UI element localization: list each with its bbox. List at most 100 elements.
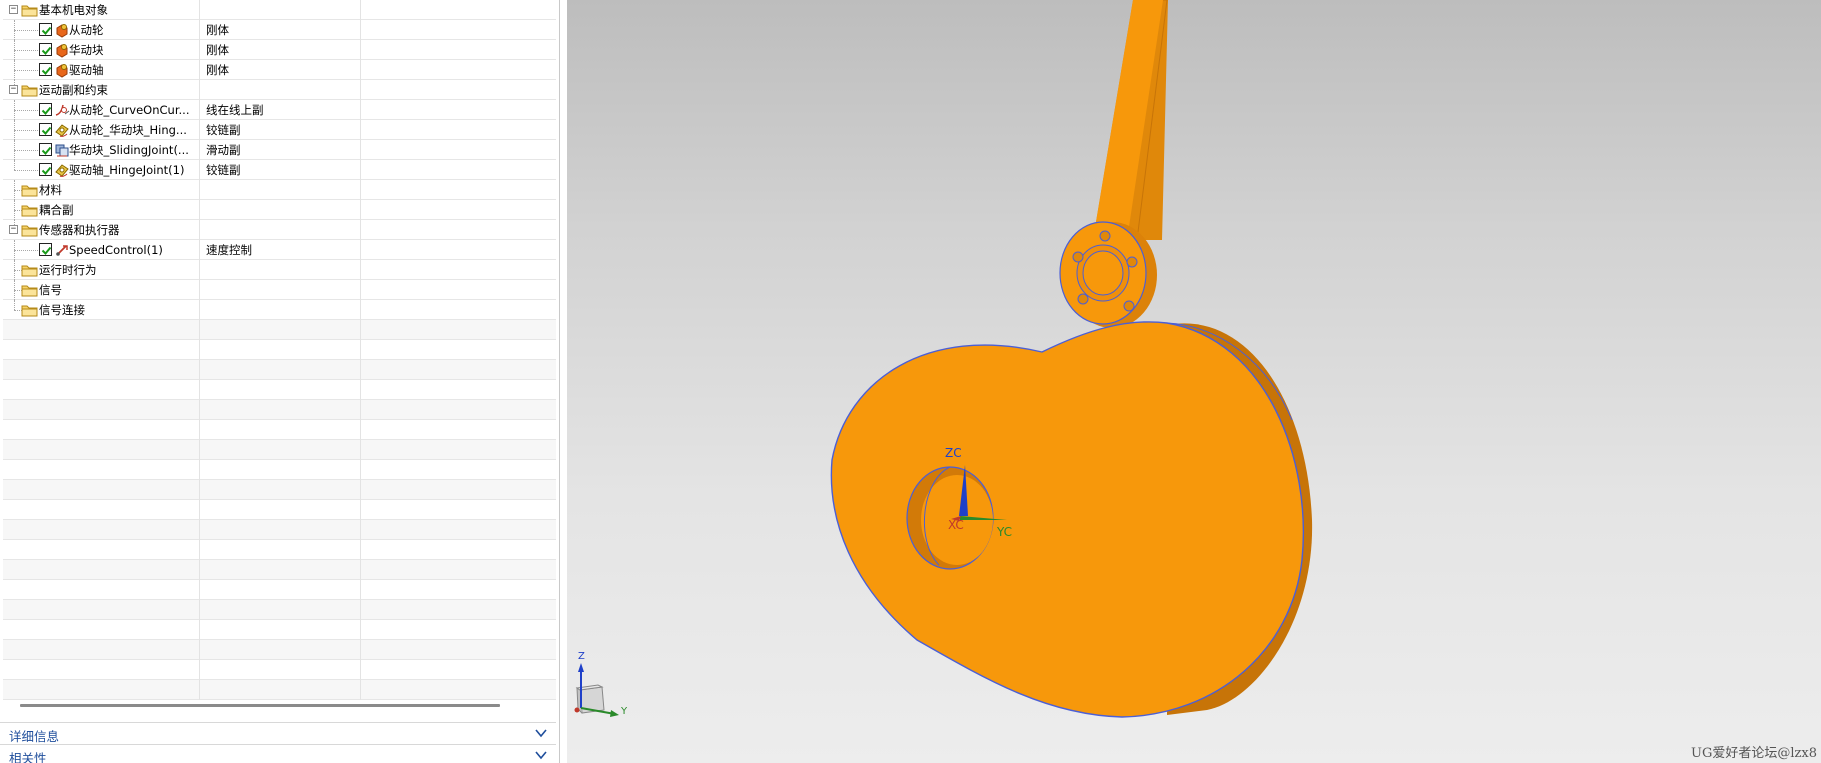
visibility-checkbox[interactable] xyxy=(39,123,52,136)
yc-axis-label: YC xyxy=(997,525,1013,539)
tree-node-type xyxy=(200,280,361,300)
empty-row xyxy=(3,520,556,540)
rigid-body-icon xyxy=(56,24,68,38)
rigid-body-icon xyxy=(56,44,68,58)
visibility-checkbox[interactable] xyxy=(39,63,52,76)
folder-icon xyxy=(21,305,38,317)
tree-row-curve-on-curve[interactable]: 从动轮_CurveOnCur... 线在线上副 xyxy=(3,100,556,120)
visibility-checkbox[interactable] xyxy=(39,143,52,156)
tree-row-couplers[interactable]: 耦合副 xyxy=(3,200,556,220)
tree-row-basic-objects[interactable]: − 基本机电对象 xyxy=(3,0,556,20)
tree-node-label: 传感器和执行器 xyxy=(39,223,120,237)
rigid-body-icon xyxy=(56,64,68,78)
tree-node-label: 运行时行为 xyxy=(39,263,97,277)
triad-z-label: Z xyxy=(578,651,585,662)
tree-node-type: 铰链副 xyxy=(200,160,361,180)
dependencies-panel-header[interactable]: 相关性 xyxy=(0,744,556,763)
tree-node-label: 耦合副 xyxy=(39,203,74,217)
chevron-down-icon[interactable] xyxy=(534,727,548,739)
tree-row-speed-control[interactable]: SpeedControl(1) 速度控制 xyxy=(3,240,556,260)
tree-node-type xyxy=(200,260,361,280)
visibility-checkbox[interactable] xyxy=(39,23,52,36)
follower-rod[interactable] xyxy=(1093,0,1168,241)
collapse-toggle[interactable]: − xyxy=(9,225,18,234)
empty-row xyxy=(3,400,556,420)
tree-row-driven-wheel[interactable]: 从动轮 刚体 xyxy=(3,20,556,40)
tree-node-label: 华动块_SlidingJoint(... xyxy=(69,143,189,157)
navigator-tree: − 基本机电对象 从动轮 刚体 华动块 刚体 驱动轴 刚体 − 运动副和约束 从… xyxy=(3,0,556,700)
tree-row-runtime-behavior[interactable]: 运行时行为 xyxy=(3,260,556,280)
empty-row xyxy=(3,580,556,600)
empty-row xyxy=(3,460,556,480)
empty-row xyxy=(3,600,556,620)
tree-node-type: 刚体 xyxy=(200,40,361,60)
empty-row xyxy=(3,320,556,340)
empty-row xyxy=(3,440,556,460)
tree-node-label: 从动轮_华动块_Hing... xyxy=(69,123,187,137)
roller-hub[interactable] xyxy=(1059,221,1157,328)
speed-control-icon xyxy=(56,245,68,256)
tree-row-signal-connections[interactable]: 信号连接 xyxy=(3,300,556,320)
tree-row-sliding-joint[interactable]: 华动块_SlidingJoint(... 滑动副 xyxy=(3,140,556,160)
empty-row xyxy=(3,660,556,680)
tree-row-joints-constraints[interactable]: − 运动副和约束 xyxy=(3,80,556,100)
hinge-joint-icon xyxy=(55,164,69,177)
folder-icon xyxy=(21,205,38,217)
empty-row xyxy=(3,560,556,580)
collapse-toggle[interactable]: − xyxy=(9,5,18,14)
visibility-checkbox[interactable] xyxy=(39,43,52,56)
tree-node-label: 信号连接 xyxy=(39,303,85,317)
tree-node-type: 铰链副 xyxy=(200,120,361,140)
visibility-checkbox[interactable] xyxy=(39,243,52,256)
tree-row-hinge-joint-1[interactable]: 驱动轴_HingeJoint(1) 铰链副 xyxy=(3,160,556,180)
zc-axis-label: ZC xyxy=(945,446,962,460)
tree-row-slider-block[interactable]: 华动块 刚体 xyxy=(3,40,556,60)
empty-row xyxy=(3,340,556,360)
view-triad xyxy=(574,663,619,717)
collapse-toggle[interactable]: − xyxy=(9,85,18,94)
tree-node-label: 运动副和约束 xyxy=(39,83,108,97)
curve-on-curve-joint-icon xyxy=(55,104,70,116)
watermark: UG爱好者论坛@lzx8 xyxy=(1691,746,1817,761)
folder-icon xyxy=(21,265,38,277)
tree-node-label: 驱动轴_HingeJoint(1) xyxy=(69,163,185,177)
tree-node-type xyxy=(200,0,361,20)
tree-node-label: 信号 xyxy=(39,283,62,297)
empty-row xyxy=(3,380,556,400)
sliding-joint-icon xyxy=(55,144,69,157)
cam-mechanism-model[interactable] xyxy=(567,0,1821,763)
details-panel-header[interactable]: 详细信息 xyxy=(0,722,556,744)
tree-node-label: 基本机电对象 xyxy=(39,3,108,17)
cam-disc[interactable] xyxy=(830,321,1313,718)
tree-node-label: 华动块 xyxy=(69,43,104,57)
visibility-checkbox[interactable] xyxy=(39,103,52,116)
empty-row xyxy=(3,480,556,500)
folder-icon xyxy=(21,185,38,197)
graphics-window[interactable]: ZC XC YC Z Y UG爱好者论坛@lzx8 xyxy=(567,0,1821,763)
folder-icon xyxy=(21,285,38,297)
tree-node-type: 刚体 xyxy=(200,60,361,80)
hinge-joint-icon xyxy=(55,124,69,137)
tree-row-hinge-joint[interactable]: 从动轮_华动块_Hing... 铰链副 xyxy=(3,120,556,140)
xc-axis-label: XC xyxy=(948,518,964,532)
folder-icon xyxy=(21,225,38,237)
tree-node-label: 从动轮_CurveOnCur... xyxy=(69,103,190,117)
tree-row-signals[interactable]: 信号 xyxy=(3,280,556,300)
horizontal-scrollbar[interactable] xyxy=(20,704,500,707)
tree-node-label: 材料 xyxy=(39,183,62,197)
empty-row xyxy=(3,420,556,440)
folder-icon xyxy=(21,5,38,17)
chevron-down-icon[interactable] xyxy=(534,749,548,761)
dependencies-panel-title: 相关性 xyxy=(9,751,47,763)
tree-node-type: 速度控制 xyxy=(200,240,361,260)
details-panel-title: 详细信息 xyxy=(9,729,60,744)
tree-row-materials[interactable]: 材料 xyxy=(3,180,556,200)
tree-node-type: 滑动副 xyxy=(200,140,361,160)
empty-row xyxy=(3,540,556,560)
tree-row-sensors-actuators[interactable]: − 传感器和执行器 xyxy=(3,220,556,240)
tree-row-drive-shaft[interactable]: 驱动轴 刚体 xyxy=(3,60,556,80)
empty-row xyxy=(3,640,556,660)
tree-node-label: 驱动轴 xyxy=(69,63,104,77)
visibility-checkbox[interactable] xyxy=(39,163,52,176)
physics-navigator: − 基本机电对象 从动轮 刚体 华动块 刚体 驱动轴 刚体 − 运动副和约束 从… xyxy=(0,0,560,763)
